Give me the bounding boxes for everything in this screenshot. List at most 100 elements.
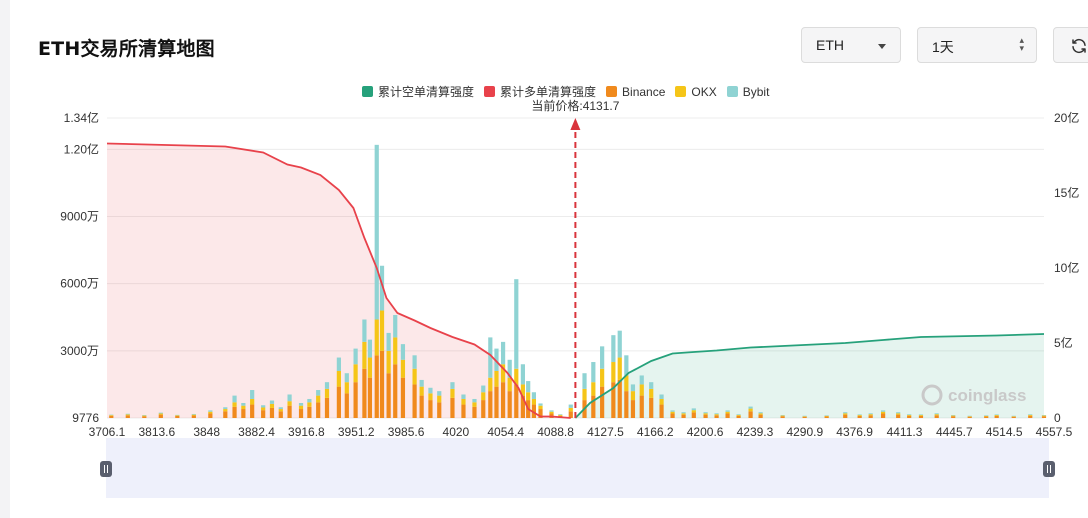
bar-binance — [261, 410, 266, 418]
x-tick-label: 4445.7 — [936, 425, 973, 439]
bar-binance — [287, 405, 292, 418]
bar-bybit — [232, 395, 237, 403]
bar-bybit — [857, 414, 862, 416]
bar-binance — [428, 400, 433, 418]
bar-binance — [461, 404, 466, 418]
bar-binance — [748, 411, 753, 418]
bar-bybit — [1011, 415, 1016, 417]
bar-binance — [670, 413, 675, 418]
bar-okx — [617, 357, 622, 380]
range-slider-left-handle[interactable] — [100, 461, 112, 477]
x-tick-label: 3985.6 — [388, 425, 425, 439]
bar-binance — [907, 415, 912, 418]
x-tick-label: 4200.6 — [687, 425, 724, 439]
bar-bybit — [109, 414, 114, 416]
bar-okx — [611, 362, 616, 383]
bar-bybit — [412, 355, 417, 369]
bar-bybit — [934, 413, 939, 415]
bar-bybit — [630, 384, 636, 392]
bar-okx — [336, 370, 341, 387]
bar-binance — [857, 415, 862, 418]
bar-okx — [725, 411, 730, 414]
bar-binance — [1028, 415, 1033, 418]
bar-okx — [918, 415, 924, 416]
bar-binance — [725, 413, 730, 418]
bar-okx — [967, 416, 972, 417]
current-price-label: 当前价格:4131.7 — [531, 98, 619, 113]
bar-bybit — [241, 402, 246, 406]
y-left-tick-label: 3000万 — [60, 344, 99, 358]
bar-okx — [307, 402, 312, 407]
bar-okx — [250, 398, 255, 405]
bar-binance — [379, 350, 385, 418]
bar-bybit — [907, 414, 912, 415]
bar-okx — [736, 414, 741, 416]
x-tick-label: 3706.1 — [89, 425, 126, 439]
bar-binance — [298, 409, 304, 418]
x-tick-label: 4411.3 — [887, 425, 923, 439]
bar-binance — [843, 414, 848, 418]
bar-binance — [736, 415, 741, 418]
bar-binance — [617, 379, 622, 418]
bar-okx — [531, 398, 536, 405]
bar-binance — [639, 395, 644, 418]
bar-okx — [461, 398, 466, 405]
bar-bybit — [918, 414, 924, 416]
x-tick-label: 4127.5 — [587, 425, 624, 439]
y-right-tick-label: 0 — [1054, 411, 1061, 425]
bar-okx — [472, 402, 477, 407]
bar-bybit — [951, 415, 956, 416]
bar-binance — [412, 384, 417, 418]
bar-bybit — [191, 413, 196, 415]
bar-okx — [419, 386, 424, 396]
bar-bybit — [568, 404, 573, 408]
bar-binance — [158, 414, 163, 418]
bar-okx — [1011, 416, 1016, 417]
bar-binance — [344, 393, 349, 418]
bar-okx — [191, 414, 196, 416]
bar-binance — [600, 386, 605, 418]
bar-bybit — [250, 390, 255, 399]
current-price-arrow — [570, 118, 581, 130]
bar-binance — [316, 402, 321, 418]
bar-bybit — [400, 344, 406, 360]
bar-okx — [639, 384, 644, 396]
bar-bybit — [472, 398, 477, 403]
bar-okx — [1041, 415, 1047, 417]
bar-bybit — [670, 410, 675, 412]
short-cumulative-area — [575, 334, 1044, 418]
bar-okx — [907, 414, 912, 416]
bar-okx — [630, 391, 636, 401]
bar-okx — [374, 319, 379, 356]
bar-okx — [681, 413, 686, 415]
bar-binance — [142, 416, 147, 418]
range-slider[interactable] — [106, 438, 1049, 498]
bar-bybit — [461, 394, 466, 399]
bar-bybit — [450, 382, 455, 389]
bar-binance — [659, 404, 664, 418]
x-tick-label: 3848 — [193, 425, 220, 439]
bar-binance — [419, 395, 424, 418]
chart-card: ETH交易所清算地图 ETH 1天 ▴ ▾ 累计空单清算强度 累计多单清算强度 Bin… — [0, 0, 1088, 518]
bar-bybit — [639, 375, 644, 385]
x-tick-label: 4054.4 — [487, 425, 524, 439]
x-tick-label: 3951.2 — [338, 425, 375, 439]
bar-binance — [802, 416, 807, 418]
bar-binance — [278, 411, 283, 418]
bar-binance — [758, 414, 763, 418]
bar-bybit — [269, 400, 275, 404]
bar-bybit — [158, 412, 163, 414]
bar-binance — [109, 415, 114, 418]
bar-bybit — [824, 415, 829, 416]
bar-okx — [393, 337, 398, 365]
bar-binance — [393, 364, 398, 418]
bar-okx — [934, 414, 939, 416]
bar-binance — [918, 415, 924, 418]
y-left-tick-label: 6000万 — [60, 277, 99, 291]
bar-okx — [780, 415, 785, 417]
bar-binance — [400, 377, 406, 418]
bar-binance — [324, 397, 330, 418]
bar-okx — [367, 357, 373, 378]
bar-bybit — [881, 410, 886, 412]
range-slider-right-handle[interactable] — [1043, 461, 1055, 477]
